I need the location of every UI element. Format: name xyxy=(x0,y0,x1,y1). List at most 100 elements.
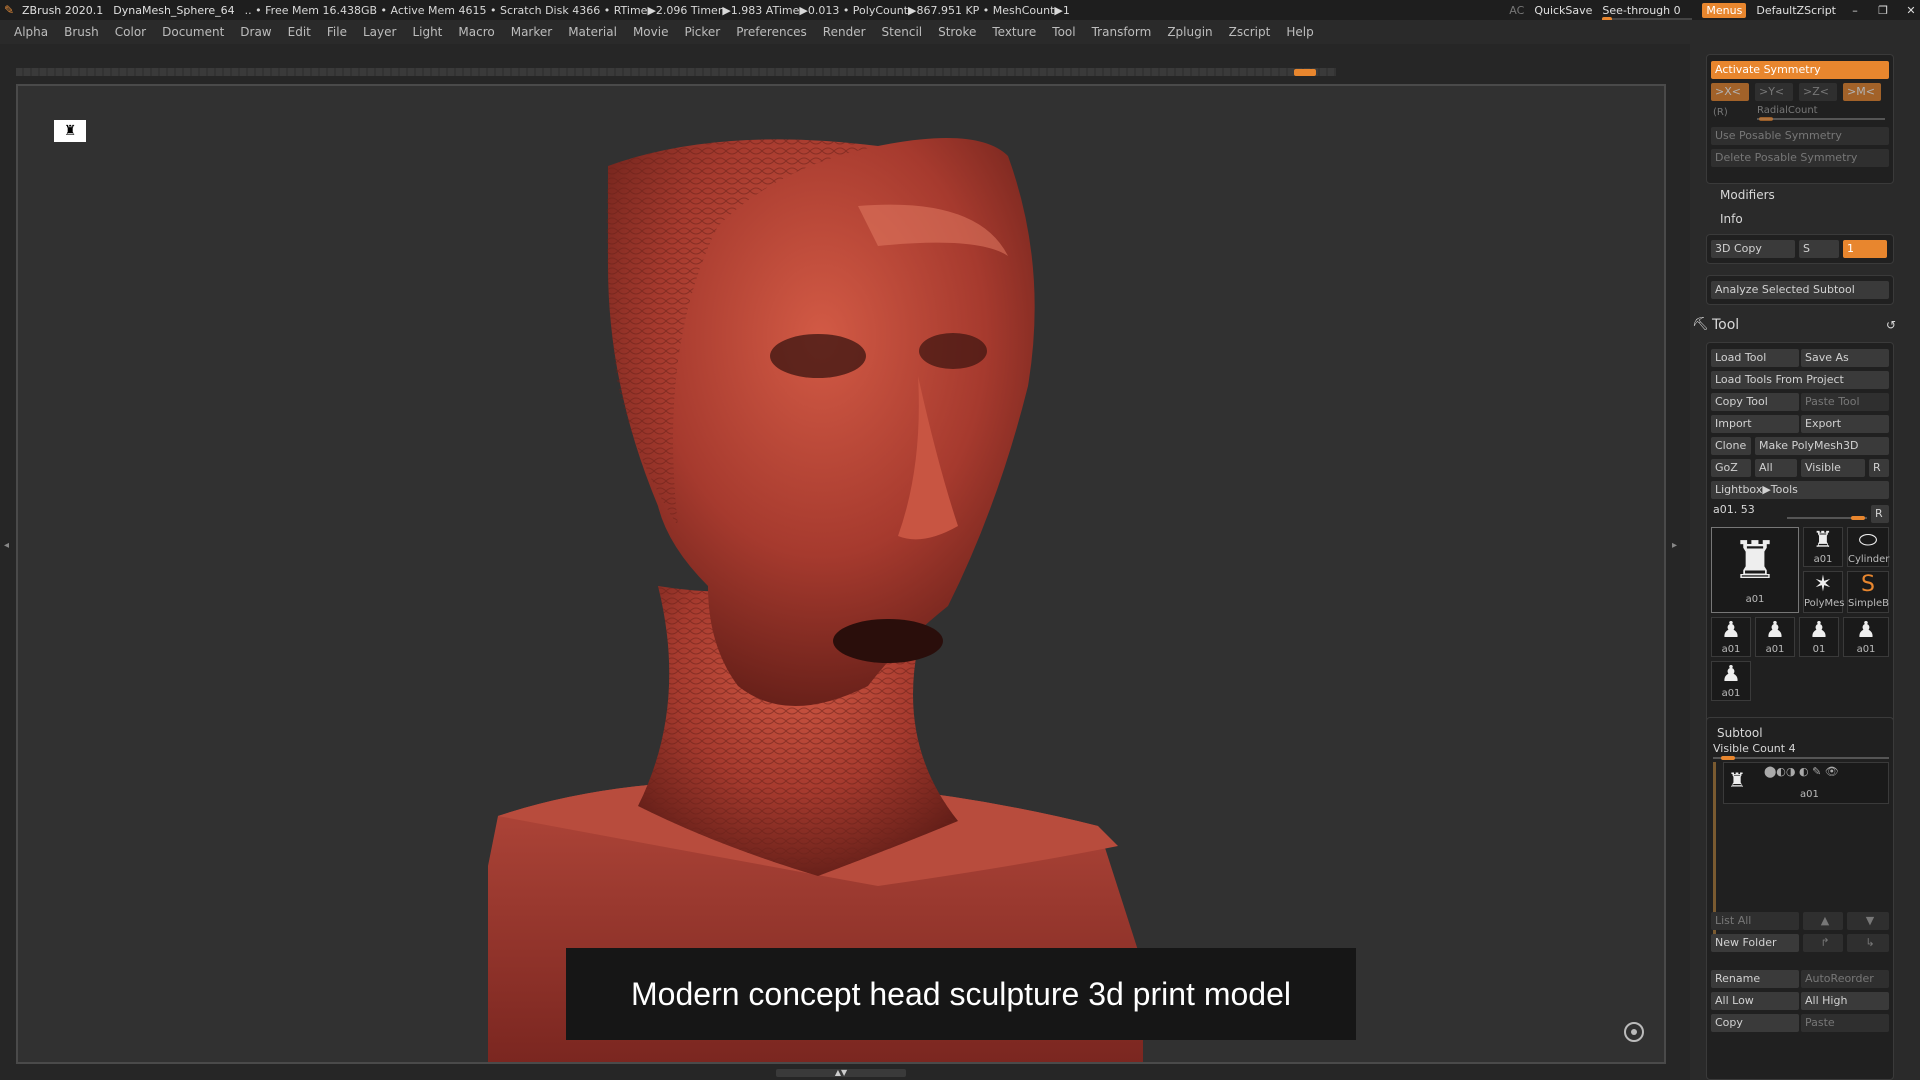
tool-thumb[interactable]: ♜ a01 xyxy=(1803,527,1843,567)
delete-posable-symmetry-button[interactable]: Delete Posable Symmetry xyxy=(1711,149,1889,167)
top-shelf-marker[interactable] xyxy=(1294,69,1316,76)
current-tool-thumb[interactable]: ♜ a01 xyxy=(1711,527,1799,613)
make-polymesh3d-button[interactable]: Make PolyMesh3D xyxy=(1755,437,1889,455)
tool-thumb[interactable]: S SimpleB xyxy=(1847,571,1889,613)
all-low-button[interactable]: All Low xyxy=(1711,992,1799,1010)
autoreorder-button[interactable]: AutoReorder xyxy=(1801,970,1889,988)
menu-color[interactable]: Color xyxy=(115,25,146,39)
right-eye-socket xyxy=(919,333,987,369)
tool-count-slider[interactable] xyxy=(1851,516,1865,520)
symmetry-x-button[interactable]: >X< xyxy=(1711,83,1749,101)
ac-toggle[interactable]: AC xyxy=(1509,4,1524,17)
lightbox-tools-button[interactable]: Lightbox▶Tools xyxy=(1711,481,1889,499)
rename-button[interactable]: Rename xyxy=(1711,970,1799,988)
menu-file[interactable]: File xyxy=(327,25,347,39)
goz-r-button[interactable]: R xyxy=(1869,459,1889,477)
clone-button[interactable]: Clone xyxy=(1711,437,1751,455)
info-subpalette[interactable]: Info xyxy=(1720,212,1743,226)
menu-layer[interactable]: Layer xyxy=(363,25,396,39)
symmetry-y-button[interactable]: >Y< xyxy=(1755,83,1793,101)
menu-zscript[interactable]: Zscript xyxy=(1229,25,1271,39)
subtool-title[interactable]: Subtool xyxy=(1717,726,1763,740)
menu-render[interactable]: Render xyxy=(823,25,866,39)
folder-out-icon[interactable]: ↳ xyxy=(1847,934,1889,952)
all-high-button[interactable]: All High xyxy=(1801,992,1889,1010)
copy-s-toggle[interactable]: S xyxy=(1799,240,1839,258)
tool-thumb[interactable]: ♟ a01 xyxy=(1711,617,1751,657)
document-canvas[interactable]: ♜ Modern concept head sculpture 3d print… xyxy=(16,84,1666,1064)
goz-all-button[interactable]: All xyxy=(1755,459,1797,477)
menu-edit[interactable]: Edit xyxy=(288,25,311,39)
menu-alpha[interactable]: Alpha xyxy=(14,25,48,39)
gyro-icon[interactable] xyxy=(1624,1022,1644,1042)
new-folder-button[interactable]: New Folder xyxy=(1711,934,1799,952)
reset-tool-icon[interactable]: ↺ xyxy=(1886,318,1896,332)
tool-thumb[interactable]: ⬭ Cylinder xyxy=(1847,527,1889,567)
menu-zplugin[interactable]: Zplugin xyxy=(1167,25,1212,39)
radial-r-toggle[interactable]: (R) xyxy=(1713,107,1728,118)
bottom-tray-toggle-icon[interactable]: ▲▼ xyxy=(776,1069,906,1077)
folder-in-icon[interactable]: ↱ xyxy=(1803,934,1843,952)
sculpture-viewport[interactable] xyxy=(18,86,1666,1064)
save-as-button[interactable]: Save As xyxy=(1801,349,1889,367)
window-minimize-icon[interactable]: – xyxy=(1846,4,1864,17)
tool-palette-title[interactable]: Tool xyxy=(1712,317,1739,333)
menu-marker[interactable]: Marker xyxy=(511,25,552,39)
use-posable-symmetry-button[interactable]: Use Posable Symmetry xyxy=(1711,127,1889,145)
import-button[interactable]: Import xyxy=(1711,415,1799,433)
tool-thumb[interactable]: ✶ PolyMes xyxy=(1803,571,1844,613)
move-up-icon[interactable]: ▲ xyxy=(1803,912,1843,930)
menu-stencil[interactable]: Stencil xyxy=(882,25,923,39)
radial-count-slider[interactable] xyxy=(1759,117,1773,121)
menu-picker[interactable]: Picker xyxy=(684,25,720,39)
window-restore-icon[interactable]: ❐ xyxy=(1874,4,1892,17)
copy-subtool-button[interactable]: Copy xyxy=(1711,1014,1799,1032)
subtool-item[interactable]: ♜ ⬤◐◑ ◐ ✎ 👁 a01 xyxy=(1723,762,1889,804)
menu-light[interactable]: Light xyxy=(412,25,442,39)
menus-toggle[interactable]: Menus xyxy=(1702,2,1747,18)
menu-texture[interactable]: Texture xyxy=(992,25,1036,39)
visible-count-slider[interactable] xyxy=(1721,756,1735,760)
tool-thumb[interactable]: ♟ a01 xyxy=(1711,661,1751,701)
goz-button[interactable]: GoZ xyxy=(1711,459,1751,477)
left-tray-toggle-icon[interactable]: ◂ xyxy=(4,540,10,560)
tool-thumb[interactable]: ♟ a01 xyxy=(1755,617,1795,657)
menu-preferences[interactable]: Preferences xyxy=(736,25,807,39)
see-through-slider[interactable]: See-through 0 xyxy=(1602,4,1693,22)
list-all-button[interactable]: List All xyxy=(1711,912,1799,930)
modifiers-subpalette[interactable]: Modifiers xyxy=(1720,188,1775,202)
quicksave-button[interactable]: QuickSave xyxy=(1534,4,1592,17)
subtool-visibility-icon[interactable]: ⬤◐◑ ◐ ✎ 👁 xyxy=(1764,765,1839,778)
right-tray-toggle-icon[interactable]: ▸ xyxy=(1672,540,1678,560)
paste-subtool-button[interactable]: Paste xyxy=(1801,1014,1889,1032)
paste-tool-button[interactable]: Paste Tool xyxy=(1801,393,1889,411)
menu-macro[interactable]: Macro xyxy=(458,25,494,39)
menu-draw[interactable]: Draw xyxy=(240,25,271,39)
menu-stroke[interactable]: Stroke xyxy=(938,25,976,39)
menu-transform[interactable]: Transform xyxy=(1092,25,1152,39)
copy-count-field[interactable]: 1 xyxy=(1843,240,1887,258)
symmetry-z-button[interactable]: >Z< xyxy=(1799,83,1837,101)
default-zscript-button[interactable]: DefaultZScript xyxy=(1756,4,1836,17)
symmetry-m-button[interactable]: >M< xyxy=(1843,83,1881,101)
load-tool-button[interactable]: Load Tool xyxy=(1711,349,1799,367)
activate-symmetry-button[interactable]: Activate Symmetry xyxy=(1711,61,1889,79)
tool-refresh-r-button[interactable]: R xyxy=(1871,505,1889,523)
export-button[interactable]: Export xyxy=(1801,415,1889,433)
menu-help[interactable]: Help xyxy=(1286,25,1313,39)
3d-copy-button[interactable]: 3D Copy xyxy=(1711,240,1795,258)
move-down-icon[interactable]: ▼ xyxy=(1847,912,1889,930)
load-tools-from-project-button[interactable]: Load Tools From Project xyxy=(1711,371,1889,389)
menu-brush[interactable]: Brush xyxy=(64,25,99,39)
menu-movie[interactable]: Movie xyxy=(633,25,669,39)
analyze-selected-subtool-button[interactable]: Analyze Selected Subtool xyxy=(1711,281,1889,299)
tool-thumb[interactable]: ♟ 01 xyxy=(1799,617,1839,657)
goz-visible-button[interactable]: Visible xyxy=(1801,459,1865,477)
menu-material[interactable]: Material xyxy=(568,25,617,39)
menu-tool[interactable]: Tool xyxy=(1052,25,1075,39)
copy-tool-button[interactable]: Copy Tool xyxy=(1711,393,1799,411)
tool-thumb[interactable]: ♟ a01 xyxy=(1843,617,1889,657)
window-close-icon[interactable]: ✕ xyxy=(1902,4,1920,17)
menu-document[interactable]: Document xyxy=(162,25,224,39)
top-shelf-strip[interactable] xyxy=(16,68,1336,76)
